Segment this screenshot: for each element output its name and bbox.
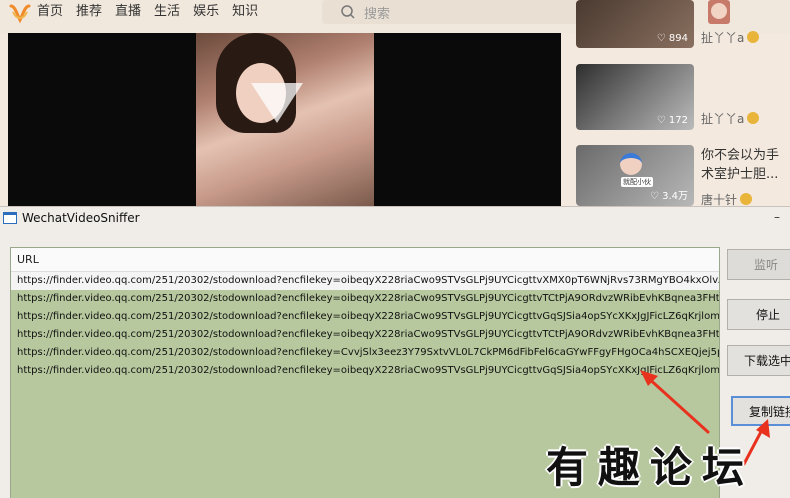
copy-link-button[interactable]: 复制链接: [731, 396, 790, 426]
url-row[interactable]: https://finder.video.qq.com/251/20302/st…: [11, 344, 719, 362]
play-icon[interactable]: [251, 83, 303, 123]
window-titlebar[interactable]: WechatVideoSniffer –: [0, 207, 790, 231]
monitor-button[interactable]: 监听: [727, 249, 790, 280]
watermark: 有趣论坛: [546, 443, 755, 492]
nav-entertainment[interactable]: 娱乐: [193, 3, 219, 21]
verified-badge-icon: [747, 112, 760, 124]
search-placeholder: 搜索: [364, 7, 391, 22]
feed-author-2[interactable]: 扯丫丫a: [701, 110, 760, 127]
url-column-header[interactable]: URL: [11, 248, 719, 272]
nav-recommend[interactable]: 推荐: [76, 3, 102, 21]
video-frame: [196, 33, 374, 206]
feed-thumbnail-3[interactable]: 就配小伙 ♡ 3.4万: [576, 145, 694, 206]
feed-author-1[interactable]: 扯丫丫a: [701, 29, 760, 46]
url-row[interactable]: https://finder.video.qq.com/251/20302/st…: [11, 362, 719, 380]
like-count: ♡ 3.4万: [649, 191, 688, 202]
verified-badge-icon: [740, 193, 753, 205]
url-row[interactable]: https://finder.video.qq.com/251/20302/st…: [11, 308, 719, 326]
url-row[interactable]: https://finder.video.qq.com/251/20302/st…: [11, 326, 719, 344]
verified-badge-icon: [747, 31, 760, 43]
nav-life[interactable]: 生活: [154, 3, 180, 21]
nav-live[interactable]: 直播: [115, 3, 141, 21]
top-nav: 首页 推荐 直播 生活 娱乐 知识: [37, 3, 258, 21]
avatar[interactable]: [708, 0, 730, 24]
search-icon: [341, 5, 355, 19]
feed-title-3[interactable]: 你不会以为手术室护士胆...: [701, 146, 786, 184]
like-count: ♡ 894: [656, 33, 688, 44]
minimize-button[interactable]: –: [767, 207, 787, 229]
download-selected-button[interactable]: 下载选中: [727, 345, 790, 376]
thumbnail-tag: 就配小伙: [621, 177, 653, 187]
feed-thumbnail-2[interactable]: ♡ 172: [576, 64, 694, 130]
nav-home[interactable]: 首页: [37, 3, 63, 21]
nav-knowledge[interactable]: 知识: [232, 3, 258, 21]
feed-thumbnail-1[interactable]: ♡ 894: [576, 0, 694, 48]
stop-button[interactable]: 停止: [727, 299, 790, 330]
video-player[interactable]: [8, 33, 561, 206]
like-count: ♡ 172: [656, 115, 688, 126]
url-row[interactable]: https://finder.video.qq.com/251/20302/st…: [11, 290, 719, 308]
app-logo-icon[interactable]: [9, 2, 31, 24]
window-icon: [3, 212, 17, 224]
url-row[interactable]: https://finder.video.qq.com/251/20302/st…: [11, 272, 719, 290]
window-title: WechatVideoSniffer: [22, 211, 140, 225]
